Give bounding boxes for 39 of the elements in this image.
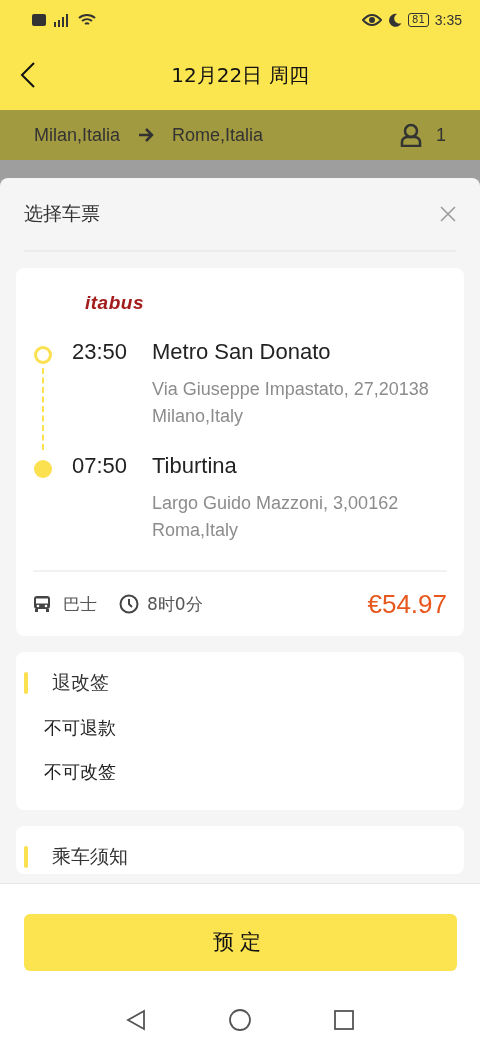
back-icon[interactable] <box>20 62 36 88</box>
person-icon <box>400 123 422 147</box>
stop-time: 23:50 <box>72 338 129 366</box>
home-nav-icon[interactable] <box>228 1008 252 1032</box>
battery-level: 81 <box>408 13 429 27</box>
back-nav-icon[interactable] <box>124 1008 148 1032</box>
moon-icon <box>388 13 402 27</box>
stop-name: Metro San Donato <box>152 338 332 366</box>
section-title: 乘车须知 <box>52 844 128 869</box>
section-title: 退改签 <box>52 670 109 695</box>
stop-address: Largo Guido Mazzoni, 3,00162 Roma,Italy <box>152 492 400 542</box>
stop-name: Tiburtina <box>152 452 238 480</box>
book-button[interactable]: 预定 <box>23 913 457 971</box>
departure-marker <box>34 346 52 364</box>
stop-time: 07:50 <box>72 452 129 480</box>
vehicle-type: 巴士 <box>63 592 97 616</box>
policy-text: 不可退款 <box>44 716 117 740</box>
passenger-count: 1 <box>436 124 446 146</box>
close-icon[interactable] <box>440 206 456 222</box>
clock-icon <box>119 594 139 614</box>
trip-duration: 8时0分 <box>147 592 203 616</box>
origin-city: Milan,Italia <box>34 124 121 146</box>
arrow-icon <box>138 128 155 142</box>
stop-address: Via Giuseppe Impastato, 27,20138 Milano,Italy <box>152 378 430 428</box>
eye-icon <box>362 13 382 27</box>
ticket-price: €54.97 <box>367 588 447 620</box>
arrival-marker <box>34 460 52 478</box>
destination-city: Rome,Italia <box>172 124 264 146</box>
bus-icon <box>33 595 51 613</box>
page-title: 12月22日 周四 <box>171 61 309 89</box>
accent-bar <box>24 672 28 694</box>
ticket-card[interactable]: itabus 23:50 Metro San Donato Via Giuseppe Impastato, 27,20138 Milano,Italy 07:50 Tiburtina Largo Guido Mazzoni, 3,00162 Roma,Italy 巴士 8时0分 €54.97 <box>16 268 464 636</box>
policy-text: 不可改签 <box>44 760 117 784</box>
clock-time: 3:35 <box>434 12 462 28</box>
sheet-title: 选择车票 <box>24 201 100 226</box>
operator-logo: itabus <box>85 292 145 314</box>
accent-bar <box>24 846 28 868</box>
recents-nav-icon[interactable] <box>332 1008 356 1032</box>
wifi-icon <box>78 13 96 27</box>
